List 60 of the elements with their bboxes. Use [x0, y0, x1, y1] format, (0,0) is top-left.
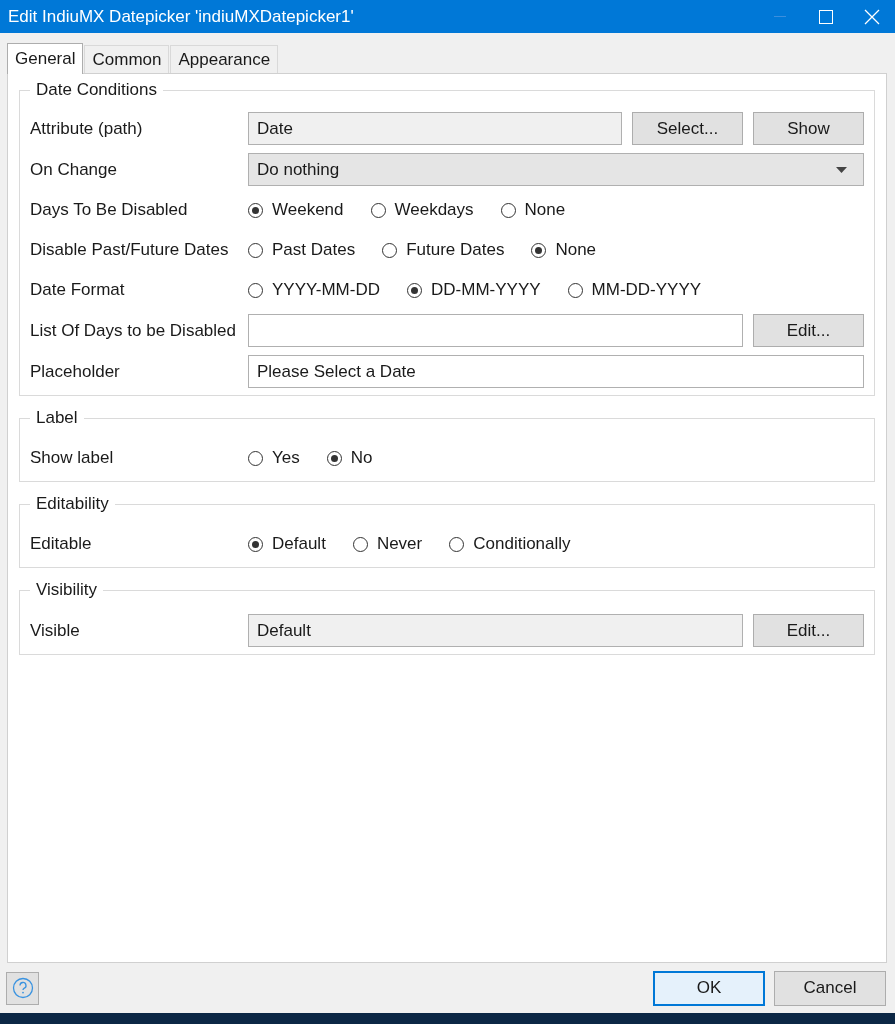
close-icon: [864, 8, 880, 25]
radio-option[interactable]: None: [500, 200, 566, 220]
help-button[interactable]: [6, 971, 39, 1005]
field-label: List Of Days to be Disabled: [30, 320, 237, 341]
field-label: Placeholder: [30, 361, 121, 382]
minimize-icon: [774, 15, 786, 18]
radio-option[interactable]: Conditionally: [449, 534, 571, 554]
field-label: Attribute (path): [30, 118, 144, 139]
radio-option[interactable]: Future Dates: [382, 240, 505, 260]
radio-option[interactable]: Yes: [248, 448, 300, 468]
radio-option[interactable]: YYYY-MM-DD: [248, 280, 380, 300]
dropdown[interactable]: Do nothing: [248, 153, 864, 186]
field-label: Show label: [30, 448, 115, 468]
text-field[interactable]: Default: [248, 614, 743, 647]
field-label: On Change: [30, 159, 118, 180]
text-field[interactable]: Date: [248, 112, 622, 145]
radio-label: None: [524, 200, 566, 220]
radio-label: Weekend: [272, 200, 344, 220]
radio-option[interactable]: DD-MM-YYYY: [407, 280, 541, 300]
dropdown-arrow-icon: [836, 166, 847, 173]
radio-option[interactable]: Never: [352, 534, 423, 554]
tab[interactable]: General: [7, 43, 84, 74]
radio-label: MM-DD-YYYY: [591, 280, 702, 300]
button[interactable]: Select...: [632, 112, 743, 145]
radio-label: Future Dates: [406, 240, 505, 260]
text-field[interactable]: Please Select a Date: [248, 355, 864, 388]
radio-label: No: [350, 448, 373, 468]
button[interactable]: Edit...: [753, 314, 864, 347]
maximize-icon: [819, 9, 833, 24]
field-label: Editable: [30, 534, 93, 554]
radio-label: Conditionally: [473, 534, 571, 554]
window-title: Edit IndiuMX Datepicker 'indiuMXDatepicker1': [7, 6, 355, 27]
tab[interactable]: Appearance: [170, 45, 279, 73]
radio-label: None: [555, 240, 597, 260]
text-field[interactable]: [248, 314, 743, 347]
button[interactable]: Show: [753, 112, 864, 145]
radio-label: Default: [272, 534, 326, 554]
field-label: Disable Past/Future Dates: [30, 240, 230, 260]
radio-label: Past Dates: [272, 240, 356, 260]
radio-option[interactable]: Weekdays: [370, 200, 474, 220]
field-label: Date Format: [30, 280, 126, 300]
button[interactable]: Edit...: [753, 614, 864, 647]
radio-option[interactable]: MM-DD-YYYY: [567, 280, 702, 300]
radio-label: Never: [376, 534, 423, 554]
radio-option[interactable]: Default: [248, 534, 326, 554]
field-label: Visible: [30, 620, 81, 641]
radio-option[interactable]: Past Dates: [248, 240, 356, 260]
dialog-button[interactable]: Cancel: [774, 970, 886, 1006]
radio-label: Yes: [272, 448, 300, 468]
dropdown-value: Do nothing: [257, 159, 341, 180]
tab[interactable]: Common: [84, 45, 170, 73]
radio-option[interactable]: None: [531, 240, 597, 260]
radio-label: Weekdays: [394, 200, 474, 220]
help-icon: [11, 977, 34, 999]
dialog-button[interactable]: OK: [653, 970, 765, 1006]
radio-label: DD-MM-YYYY: [431, 280, 541, 300]
radio-label: YYYY-MM-DD: [272, 280, 380, 300]
radio-option[interactable]: Weekend: [248, 200, 344, 220]
radio-option[interactable]: No: [326, 448, 373, 468]
field-label: Days To Be Disabled: [30, 200, 189, 220]
